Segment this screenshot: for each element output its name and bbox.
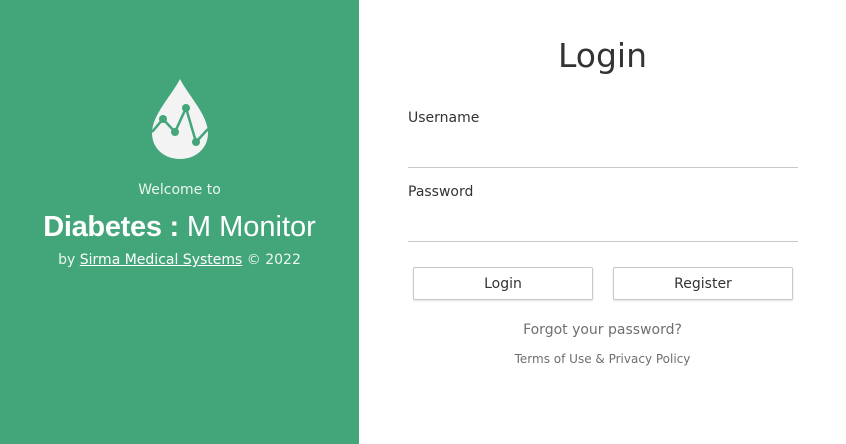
password-field[interactable] <box>408 213 798 242</box>
legal-links: Terms of Use & Privacy Policy <box>359 352 846 366</box>
blood-drop-chart-icon <box>151 79 209 159</box>
forgot-password-link[interactable]: Forgot your password? <box>359 322 846 338</box>
password-label: Password <box>408 184 474 200</box>
by-prefix: by <box>58 252 76 268</box>
brand-bold: Diabetes : <box>43 211 179 243</box>
company-link[interactable]: Sirma Medical Systems <box>80 252 243 268</box>
register-button[interactable]: Register <box>613 267 793 300</box>
page-title: Login <box>557 36 648 75</box>
login-panel: Login Username Password Login Register F… <box>359 0 846 444</box>
ampersand: & <box>595 352 605 366</box>
app-brand-name: Diabetes : M Monitor <box>0 207 359 246</box>
privacy-policy-link[interactable]: Privacy Policy <box>609 352 691 366</box>
welcome-text: Welcome to <box>138 182 221 198</box>
username-label: Username <box>408 110 480 126</box>
terms-of-use-link[interactable]: Terms of Use <box>515 352 592 366</box>
username-field[interactable] <box>408 139 798 168</box>
byline: by Sirma Medical Systems © 2022 <box>0 252 359 268</box>
copyright-text: © 2022 <box>246 252 301 268</box>
brand-light: M Monitor <box>178 211 316 243</box>
login-button[interactable]: Login <box>413 267 593 300</box>
brand-panel: Welcome to Diabetes : M Monitor by Sirma… <box>0 0 359 444</box>
